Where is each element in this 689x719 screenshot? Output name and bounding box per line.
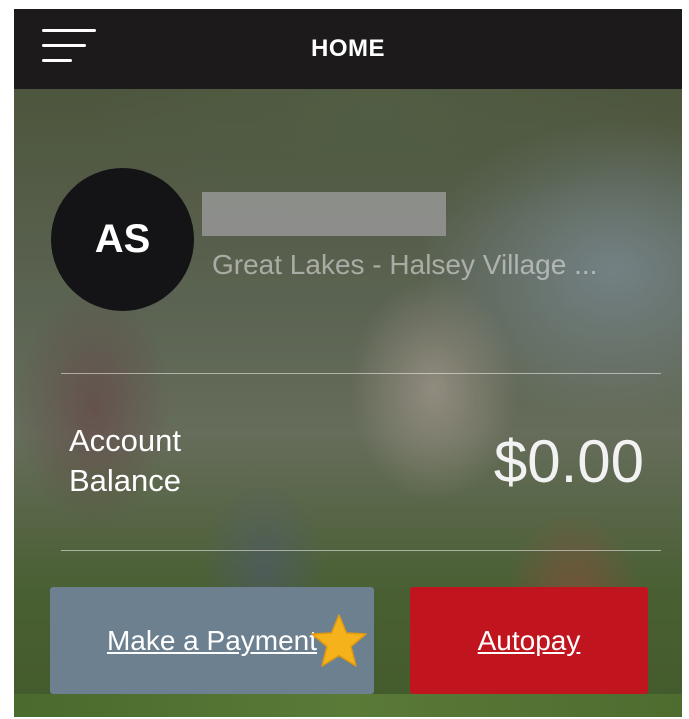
app-screen: HOME AS Great Lakes - Halsey Village ...… (14, 9, 682, 717)
background-grass (14, 694, 682, 717)
account-address: Great Lakes - Halsey Village ... (212, 249, 598, 280)
divider-bottom (61, 550, 661, 551)
divider-top (61, 373, 661, 374)
header-bar: HOME (14, 9, 682, 89)
autopay-button[interactable]: Autopay (410, 587, 648, 694)
account-balance-label: Account Balance (69, 423, 182, 498)
page-title: HOME (311, 35, 385, 62)
star-icon (311, 614, 367, 667)
account-name-redacted (202, 192, 446, 236)
avatar: AS (51, 168, 194, 311)
account-balance-value: $0.00 (493, 428, 644, 495)
hamburger-menu-icon[interactable] (42, 27, 98, 67)
